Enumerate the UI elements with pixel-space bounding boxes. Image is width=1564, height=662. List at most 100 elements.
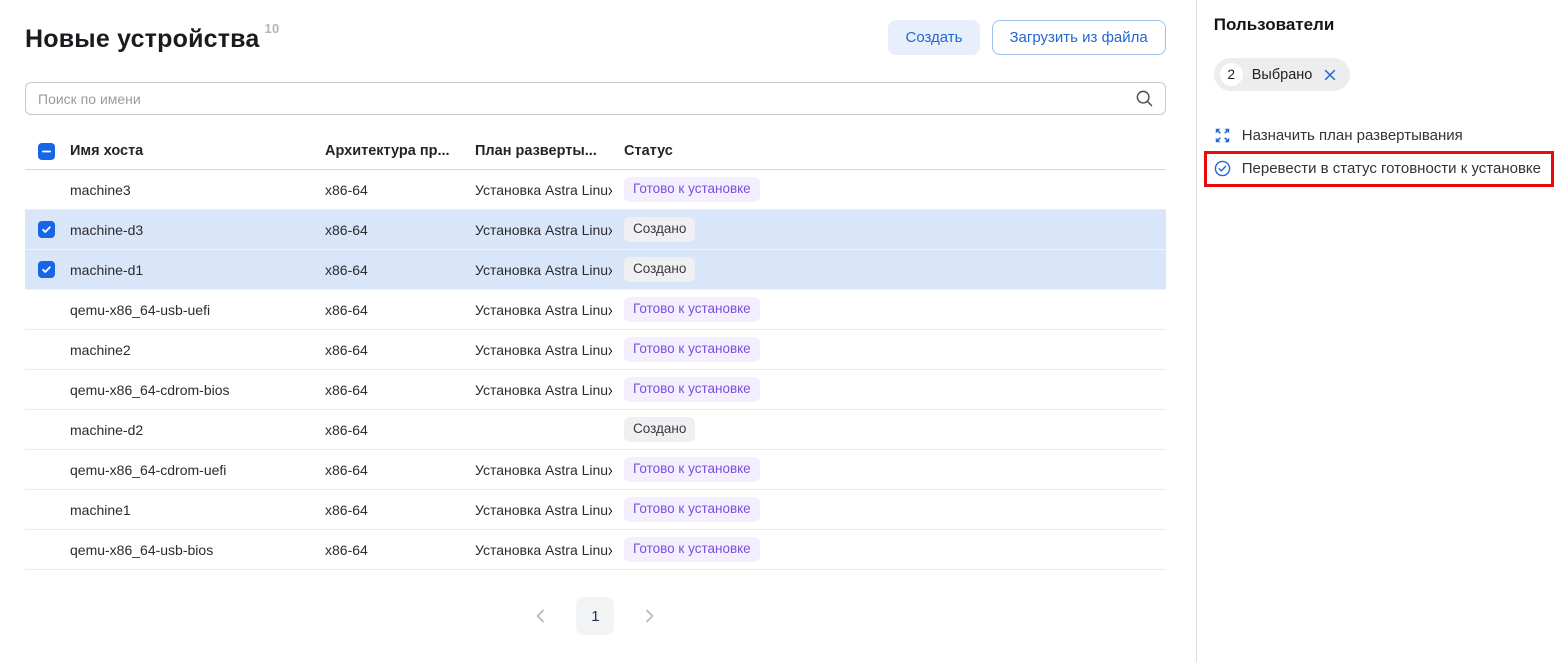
status-cell: Готово к установке: [612, 457, 763, 482]
devices-panel: Новые устройства 10 Создать Загрузить из …: [0, 0, 1197, 662]
table-row[interactable]: qemu-x86_64-cdrom-uefix86-64Установка As…: [25, 450, 1166, 490]
create-button[interactable]: Создать: [888, 20, 979, 55]
column-header-plan[interactable]: План разверты...: [463, 143, 612, 159]
status-badge: Готово к установке: [624, 497, 760, 522]
plan-cell: Установка Astra Linux: [463, 342, 612, 358]
row-checkbox-cell: [25, 261, 70, 278]
table-row[interactable]: qemu-x86_64-cdrom-biosx86-64Установка As…: [25, 370, 1166, 410]
row-checkbox[interactable]: [38, 261, 55, 278]
status-cell: Готово к установке: [612, 297, 763, 322]
status-cell: Создано: [612, 417, 763, 442]
row-checkbox-cell: [25, 221, 70, 238]
select-all-checkbox[interactable]: [38, 143, 55, 160]
column-header-hostname[interactable]: Имя хоста: [70, 143, 313, 159]
search-input[interactable]: [25, 82, 1166, 115]
hostname-cell: machine1: [70, 502, 313, 518]
architecture-cell: x86-64: [313, 302, 463, 318]
selection-chip[interactable]: 2 Выбрано: [1214, 58, 1351, 91]
next-page-button[interactable]: [640, 607, 658, 625]
status-badge: Готово к установке: [624, 297, 760, 322]
plan-cell: Установка Astra Linux: [463, 262, 612, 278]
plan-cell: Установка Astra Linux: [463, 382, 612, 398]
status-badge: Создано: [624, 257, 695, 282]
table-row[interactable]: machine3x86-64Установка Astra Linux Готов…: [25, 170, 1166, 210]
hostname-cell: machine2: [70, 342, 313, 358]
table-header-row: Имя хоста Архитектура пр... План разверт…: [25, 133, 1166, 170]
status-cell: Готово к установке: [612, 377, 763, 402]
expand-arrows-icon: [1214, 127, 1231, 144]
plan-cell: Установка Astra Linux: [463, 462, 612, 478]
page-number-button[interactable]: 1: [576, 597, 614, 635]
architecture-cell: x86-64: [313, 542, 463, 558]
hostname-cell: qemu-x86_64-cdrom-bios: [70, 382, 313, 398]
selection-label: Выбрано: [1252, 67, 1313, 83]
table-row[interactable]: qemu-x86_64-usb-uefix86-64Установка Astr…: [25, 290, 1166, 330]
architecture-cell: x86-64: [313, 422, 463, 438]
assign-plan-action[interactable]: Назначить план развертывания: [1214, 122, 1463, 149]
sidebar-title: Пользователи: [1214, 15, 1554, 35]
status-cell: Создано: [612, 217, 763, 242]
row-checkbox[interactable]: [38, 221, 55, 238]
architecture-cell: x86-64: [313, 382, 463, 398]
selection-count: 2: [1220, 63, 1243, 86]
hostname-cell: machine-d3: [70, 222, 313, 238]
hostname-cell: qemu-x86_64-usb-uefi: [70, 302, 313, 318]
plan-cell: Установка Astra Linux: [463, 182, 612, 198]
table-row[interactable]: machine-d3x86-64Установка Astra LinuxСоз…: [25, 210, 1166, 250]
table-row[interactable]: machine-d2x86-64 Создано: [25, 410, 1166, 450]
header-buttons: Создать Загрузить из файла: [888, 20, 1165, 55]
app-window: Новые устройства 10 Создать Загрузить из …: [0, 0, 1564, 662]
table-body: machine3x86-64Установка Astra LinuxГотов…: [25, 170, 1166, 570]
architecture-cell: x86-64: [313, 342, 463, 358]
check-circle-icon: [1214, 160, 1231, 177]
status-cell: Готово к установке: [612, 497, 763, 522]
select-all-cell: [25, 143, 70, 160]
set-ready-status-action[interactable]: Перевести в статус готовности к установк…: [1214, 155, 1541, 182]
table-row[interactable]: machine2x86-64Установка Astra Linux Готов…: [25, 330, 1166, 370]
hostname-cell: machine3: [70, 182, 313, 198]
status-badge: Создано: [624, 217, 695, 242]
hostname-cell: machine-d1: [70, 262, 313, 278]
devices-table: Имя хоста Архитектура пр... План разверт…: [25, 133, 1166, 570]
previous-page-button[interactable]: [532, 607, 550, 625]
search-bar: [25, 82, 1166, 115]
plan-cell: Установка Astra Linux: [463, 502, 612, 518]
page-header: Новые устройства 10 Создать Загрузить из …: [25, 20, 1166, 55]
hostname-cell: machine-d2: [70, 422, 313, 438]
plan-cell: Установка Astra Linux: [463, 302, 612, 318]
page-title-text: Новые устройства: [25, 25, 260, 53]
annotation-highlight-box: Перевести в статус готовности к установк…: [1204, 151, 1554, 187]
set-ready-status-label: Перевести в статус готовности к установк…: [1242, 160, 1541, 177]
status-badge: Готово к установке: [624, 457, 760, 482]
status-cell: Готово к установке: [612, 537, 763, 562]
status-badge: Готово к установке: [624, 177, 760, 202]
table-row[interactable]: machine1x86-64Установка Astra Linux Готов…: [25, 490, 1166, 530]
hostname-cell: qemu-x86_64-cdrom-uefi: [70, 462, 313, 478]
status-cell: Готово к установке: [612, 337, 763, 362]
hostname-cell: qemu-x86_64-usb-bios: [70, 542, 313, 558]
status-badge: Готово к установке: [624, 377, 760, 402]
plan-cell: Установка Astra Linux: [463, 542, 612, 558]
status-cell: Готово к установке: [612, 177, 763, 202]
table-row[interactable]: machine-d1x86-64Установка Astra Linux Соз…: [25, 250, 1166, 290]
device-count-badge: 10: [265, 21, 280, 36]
table-row[interactable]: qemu-x86_64-usb-biosx86-64Установка Astr…: [25, 530, 1166, 570]
column-header-architecture[interactable]: Архитектура пр...: [313, 143, 463, 159]
assign-plan-label: Назначить план развертывания: [1242, 127, 1463, 144]
architecture-cell: x86-64: [313, 502, 463, 518]
status-cell: Создано: [612, 257, 763, 282]
column-header-status[interactable]: Статус: [612, 143, 763, 159]
status-badge: Готово к установке: [624, 537, 760, 562]
page-title: Новые устройства 10: [25, 21, 279, 54]
status-badge: Готово к установке: [624, 337, 760, 362]
upload-from-file-button[interactable]: Загрузить из файла: [992, 20, 1166, 55]
architecture-cell: x86-64: [313, 462, 463, 478]
clear-selection-icon[interactable]: [1323, 68, 1337, 82]
status-badge: Создано: [624, 417, 695, 442]
architecture-cell: x86-64: [313, 182, 463, 198]
plan-cell: Установка Astra Linux: [463, 222, 612, 238]
architecture-cell: x86-64: [313, 262, 463, 278]
users-sidebar: Пользователи 2 Выбрано Назначить план ра…: [1197, 0, 1564, 662]
bulk-actions: Назначить план развертывания Перевести в…: [1214, 122, 1554, 187]
search-icon[interactable]: [1135, 89, 1154, 113]
